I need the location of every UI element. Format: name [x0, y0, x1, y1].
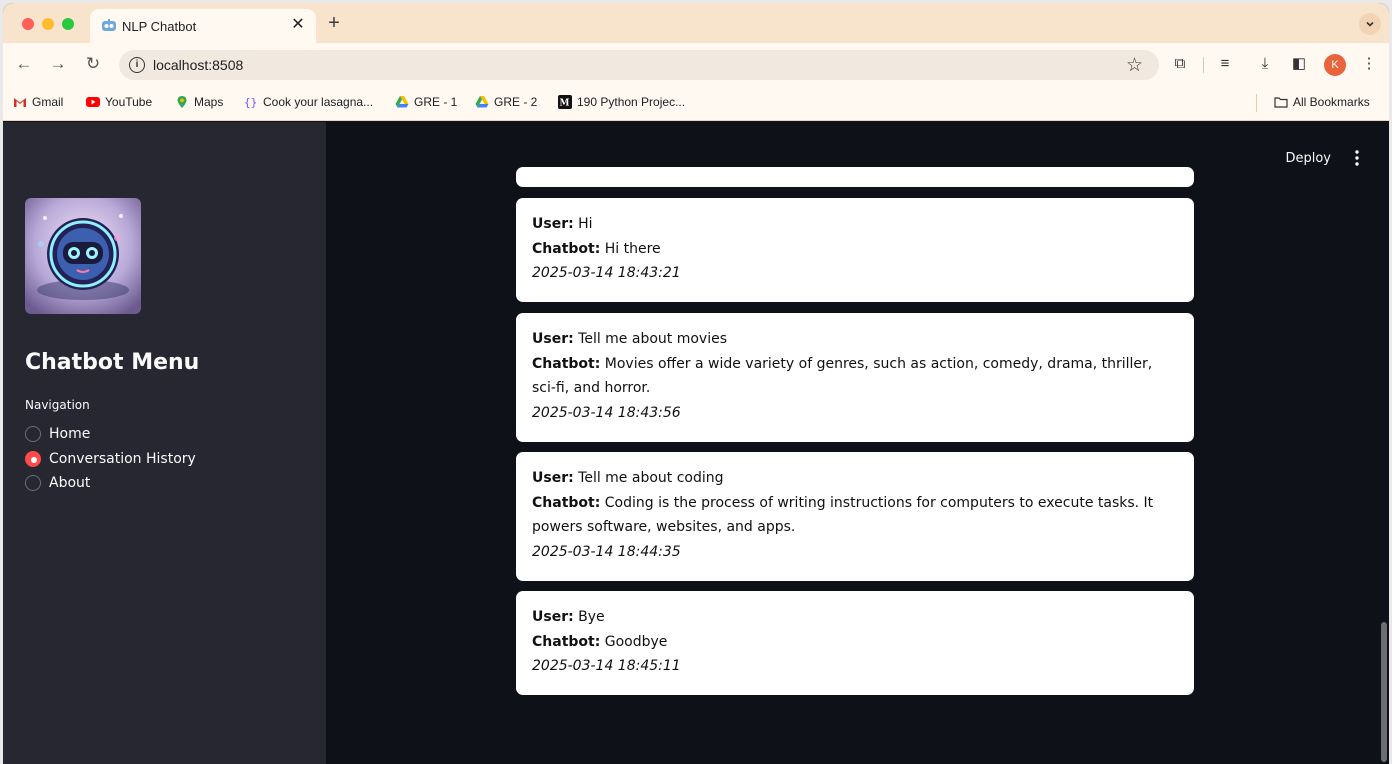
bookmark-gmail[interactable]: Gmail: [13, 95, 63, 109]
conversation-card: User: Bye Chatbot: Goodbye 2025-03-14 18…: [516, 591, 1194, 695]
bookmarks-bar: Gmail YouTube Maps {} Cook your lasagna.…: [3, 85, 1389, 121]
maps-icon: [177, 96, 187, 108]
back-arrow-icon[interactable]: ←: [13, 53, 35, 75]
svg-text:{}: {}: [244, 96, 257, 109]
medium-icon: M: [558, 95, 572, 109]
forward-arrow-icon[interactable]: →: [47, 53, 69, 75]
browser-menu-icon[interactable]: ⋮: [1358, 54, 1380, 76]
sidebar: Chatbot Menu Navigation Home Conversatio…: [3, 122, 326, 764]
new-tab-button[interactable]: +: [323, 12, 345, 34]
tab-title: NLP Chatbot: [122, 19, 197, 34]
reading-list-icon[interactable]: ≡: [1214, 54, 1236, 76]
bookmark-python-projects[interactable]: M 190 Python Projec...: [558, 95, 685, 109]
gmail-icon: [14, 98, 26, 107]
user-message: Tell me about coding: [573, 470, 724, 486]
youtube-icon: [86, 97, 100, 107]
user-message: Tell me about movies: [573, 331, 727, 347]
user-label: User:: [532, 609, 574, 625]
user-label: User:: [532, 331, 574, 347]
bookmark-star-icon[interactable]: ☆: [1126, 54, 1143, 77]
conversation-card-partial: [516, 167, 1194, 187]
bookmarks-divider: [1256, 94, 1257, 112]
tab-close-icon[interactable]: ✕: [289, 15, 307, 35]
site-info-icon[interactable]: i: [129, 57, 145, 73]
timestamp: 2025-03-14 18:45:11: [532, 658, 681, 674]
download-icon[interactable]: ⤓: [1254, 54, 1276, 76]
close-window-button[interactable]: [22, 18, 34, 30]
bookmark-gre-2[interactable]: GRE - 2: [475, 95, 537, 109]
app-menu-icon[interactable]: [1349, 148, 1365, 168]
browser-window: NLP Chatbot ✕ + ← → ↻ i localhost:8508 ☆…: [3, 3, 1389, 764]
chevron-down-icon: [1366, 21, 1374, 27]
extensions-icon[interactable]: ⧉: [1169, 54, 1191, 76]
nav-option-conversation-history[interactable]: Conversation History: [25, 451, 196, 467]
chatbot-message: Coding is the process of writing instruc…: [532, 494, 1154, 536]
radio-button-selected[interactable]: [25, 451, 41, 467]
timestamp: 2025-03-14 18:44:35: [532, 543, 681, 560]
radio-button[interactable]: [25, 475, 41, 491]
radio-button[interactable]: [25, 426, 41, 442]
timestamp: 2025-03-14 18:43:56: [532, 404, 681, 421]
robot-favicon-icon: [102, 19, 116, 31]
address-bar[interactable]: i localhost:8508 ☆: [119, 50, 1159, 80]
conversation-card: User: Hi Chatbot: Hi there 2025-03-14 18…: [516, 198, 1194, 302]
reload-icon[interactable]: ↻: [82, 53, 104, 75]
chatbot-logo-image: [25, 198, 141, 314]
tab-search-button[interactable]: [1359, 13, 1381, 35]
svg-text:M: M: [560, 99, 570, 109]
drive-icon: [475, 96, 489, 108]
conversation-card: User: Tell me about coding Chatbot: Codi…: [516, 452, 1194, 581]
all-bookmarks-button[interactable]: All Bookmarks: [1274, 95, 1370, 109]
user-label: User:: [532, 470, 574, 486]
profile-avatar[interactable]: K: [1324, 54, 1346, 76]
browser-toolbar: ← → ↻ i localhost:8508 ☆ ⧉ ≡ ⤓ ◧ ⋮: [3, 43, 1389, 85]
chatbot-message: Hi there: [600, 240, 661, 257]
chatbot-label: Chatbot:: [532, 240, 601, 257]
bookmark-maps[interactable]: Maps: [175, 95, 223, 109]
robot-logo-icon: [25, 198, 141, 314]
folder-icon: [1274, 97, 1288, 108]
deploy-button[interactable]: Deploy: [1285, 151, 1331, 166]
timestamp: 2025-03-14 18:43:21: [532, 265, 681, 281]
bracket-icon: {}: [244, 96, 257, 109]
bookmark-youtube[interactable]: YouTube: [86, 95, 152, 109]
bookmark-cook-lasagna[interactable]: {} Cook your lasagna...: [244, 95, 373, 109]
url-text[interactable]: localhost:8508: [153, 57, 243, 73]
user-message: Hi: [573, 216, 593, 232]
user-label: User:: [532, 216, 574, 232]
bookmark-gre-1[interactable]: GRE - 1: [395, 95, 457, 109]
main-content: Deploy User: Hi Chatbot: Hi there 2025-0…: [326, 122, 1389, 764]
user-message: Bye: [573, 609, 605, 625]
drive-icon: [395, 96, 409, 108]
navigation-label: Navigation: [25, 398, 90, 412]
nav-option-home[interactable]: Home: [25, 426, 90, 442]
conversation-card: User: Tell me about movies Chatbot: Movi…: [516, 313, 1194, 442]
chatbot-message: Movies offer a wide variety of genres, s…: [532, 355, 1153, 397]
chatbot-label: Chatbot:: [532, 494, 601, 511]
side-panel-icon[interactable]: ◧: [1288, 54, 1310, 76]
chatbot-label: Chatbot:: [532, 355, 601, 372]
chatbot-label: Chatbot:: [532, 633, 601, 650]
minimize-window-button[interactable]: [42, 18, 54, 30]
maximize-window-button[interactable]: [62, 18, 74, 30]
scrollbar[interactable]: [1381, 622, 1387, 762]
tab-strip: NLP Chatbot ✕ +: [3, 3, 1389, 43]
nav-option-about[interactable]: About: [25, 475, 90, 491]
toolbar-divider: [1203, 57, 1204, 73]
sidebar-title: Chatbot Menu: [25, 350, 200, 375]
chatbot-message: Goodbye: [600, 633, 668, 650]
browser-tab[interactable]: NLP Chatbot ✕: [90, 9, 316, 43]
